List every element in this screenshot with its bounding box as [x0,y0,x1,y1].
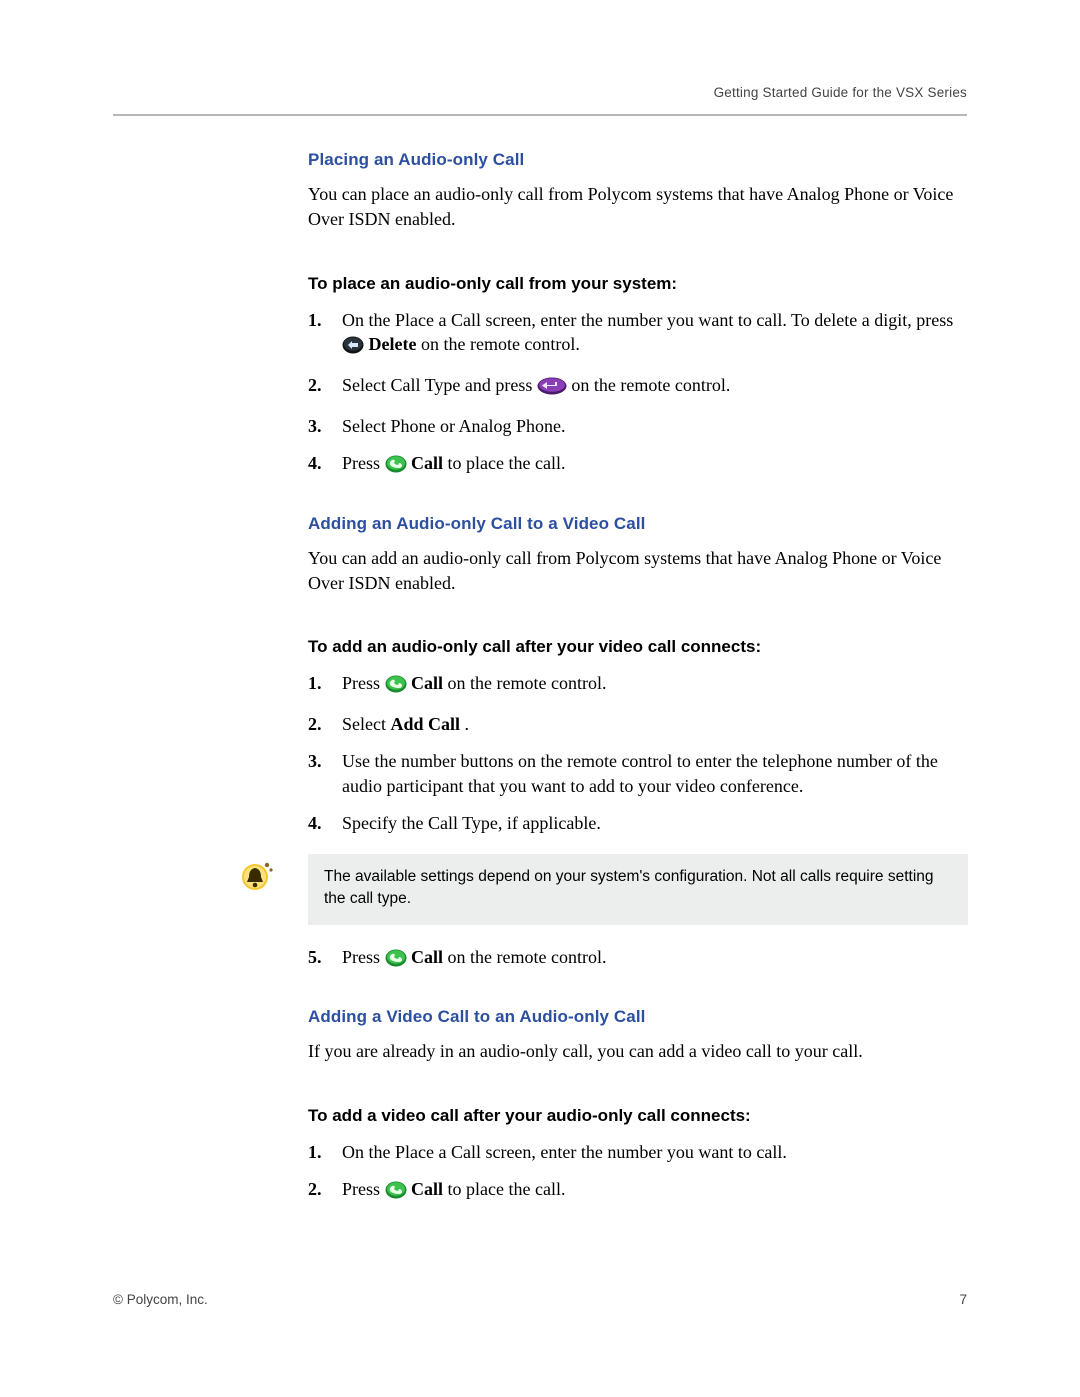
procedure-list-cont: Press Call on the remote control. [308,945,968,974]
enter-button-icon [537,377,567,402]
call-button-icon [385,949,407,974]
note-text: The available settings depend on your sy… [308,854,968,925]
page: Getting Started Guide for the VSX Series… [113,85,967,1218]
step-text: on the remote control. [448,947,607,967]
header-rule [113,114,967,116]
step: Specify the Call Type, if applicable. [308,811,968,836]
step-text: . [465,714,470,734]
button-label: Delete [369,334,417,354]
step-text: on the remote control. [421,334,580,354]
button-label: Add Call [390,714,460,734]
step-text: On the Place a Call screen, enter the nu… [342,310,953,330]
step: Press Call to place the call. [308,1177,968,1206]
page-number: 7 [959,1292,967,1307]
copyright: © Polycom, Inc. [113,1292,208,1307]
step: Press Call on the remote control. [308,945,968,974]
step-text: Press [342,1179,385,1199]
button-label: Call [411,673,443,693]
call-button-icon [385,675,407,700]
intro-text: If you are already in an audio-only call… [308,1039,968,1064]
note-block: The available settings depend on your sy… [113,854,968,925]
call-button-icon [385,455,407,480]
button-label: Call [411,947,443,967]
procedure-heading: To place an audio-only call from your sy… [308,274,968,294]
button-label: Call [411,453,443,473]
heading-adding-video-to-audio: Adding a Video Call to an Audio-only Cal… [308,1007,968,1027]
step-text: Press [342,453,385,473]
note-bell-icon [241,860,275,897]
intro-text: You can add an audio-only call from Poly… [308,546,968,596]
procedure-list: On the Place a Call screen, enter the nu… [308,308,968,480]
heading-adding-audio-to-video: Adding an Audio-only Call to a Video Cal… [308,514,968,534]
step-text: to place the call. [448,453,566,473]
step-text: Select [342,714,390,734]
step-text: on the remote control. [448,673,607,693]
step: Press Call to place the call. [308,451,968,480]
step-text: to place the call. [448,1179,566,1199]
delete-button-icon [342,336,364,361]
page-footer: © Polycom, Inc. 7 [113,1292,967,1307]
step: On the Place a Call screen, enter the nu… [308,1140,968,1165]
intro-text: You can place an audio-only call from Po… [308,182,968,232]
step: On the Place a Call screen, enter the nu… [308,308,968,362]
content-column: Placing an Audio-only Call You can place… [308,150,968,1206]
procedure-list: On the Place a Call screen, enter the nu… [308,1140,968,1206]
step-text: Select Call Type and press [342,375,537,395]
running-header: Getting Started Guide for the VSX Series [113,85,967,100]
step-text: Press [342,673,385,693]
step-text: Press [342,947,385,967]
call-button-icon [385,1181,407,1206]
procedure-heading: To add a video call after your audio-onl… [308,1106,968,1126]
button-label: Call [411,1179,443,1199]
step: Press Call on the remote control. [308,671,968,700]
step-text: on the remote control. [571,375,730,395]
step: Select Add Call . [308,712,968,737]
step: Select Call Type and press on the remote… [308,373,968,402]
procedure-heading: To add an audio-only call after your vid… [308,637,968,657]
procedure-list: Press Call on the remote control. Select… [308,671,968,835]
step: Select Phone or Analog Phone. [308,414,968,439]
step: Use the number buttons on the remote con… [308,749,968,799]
heading-placing-audio-only: Placing an Audio-only Call [308,150,968,170]
